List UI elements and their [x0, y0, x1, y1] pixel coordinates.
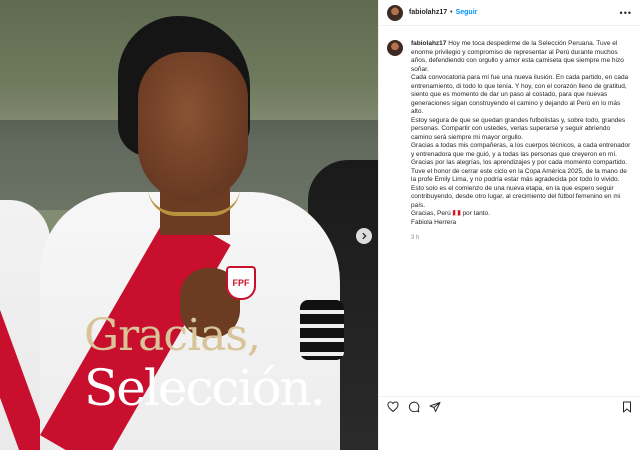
username-link[interactable]: fabiolahz17	[409, 9, 447, 16]
caption-paragraph: Gracias a todas mis compañeras, a los cu…	[411, 142, 631, 166]
caption-avatar[interactable]	[387, 40, 403, 56]
bookmark-icon[interactable]	[621, 401, 633, 413]
heart-icon[interactable]	[387, 400, 399, 413]
caption-paragraph-1: fabiolahz17 Hoy me toca despedirme de la…	[411, 40, 632, 74]
overlay-line-1: Gracias,	[84, 310, 261, 361]
separator-dot: •	[450, 9, 453, 16]
chevron-right-icon[interactable]	[356, 228, 372, 244]
caption-paragraph: Tuve el honor de cerrar este ciclo en la…	[411, 167, 627, 184]
caption-paragraph: Estoy segura de que se quedan grandes fu…	[411, 116, 626, 141]
caption-paragraph: Cada convocatoria para mí fue una nueva …	[411, 74, 629, 115]
jersey-crest: FPF	[226, 266, 256, 300]
caption-username[interactable]: fabiolahz17	[411, 40, 446, 47]
share-icon[interactable]	[429, 401, 441, 413]
jersey-collar	[148, 188, 240, 216]
action-bar	[379, 396, 640, 416]
caption: fabiolahz17 Hoy me toca despedirme de la…	[379, 26, 640, 243]
overlay-line-2: Selección.	[84, 359, 326, 417]
caption-signature: Fabiola Herrera	[411, 218, 457, 226]
caption-body: fabiolahz17 Hoy me toca despedirme de la…	[411, 40, 632, 243]
player-face	[138, 52, 248, 202]
caption-paragraph: Gracias, Perú 🇵🇪 por tanto.	[411, 210, 490, 217]
post-sidebar: fabiolahz17 • Seguir ••• fabiolahz17 Hoy…	[378, 0, 640, 450]
caption-paragraph: Esto solo es el comienzo de una nueva et…	[411, 184, 621, 209]
more-options-button[interactable]: •••	[620, 8, 632, 18]
follow-button[interactable]: Seguir	[456, 9, 478, 16]
post-image[interactable]: FPF Gracias, Selección.	[0, 0, 378, 450]
post-header: fabiolahz17 • Seguir •••	[379, 0, 640, 26]
avatar[interactable]	[387, 4, 403, 21]
comment-icon[interactable]	[408, 401, 420, 413]
overlay-title: Gracias, Selección.	[84, 310, 364, 417]
post-timestamp[interactable]: 3 h	[411, 234, 632, 243]
instagram-post: FPF Gracias, Selección. fabiolahz17 • Se…	[0, 0, 640, 450]
